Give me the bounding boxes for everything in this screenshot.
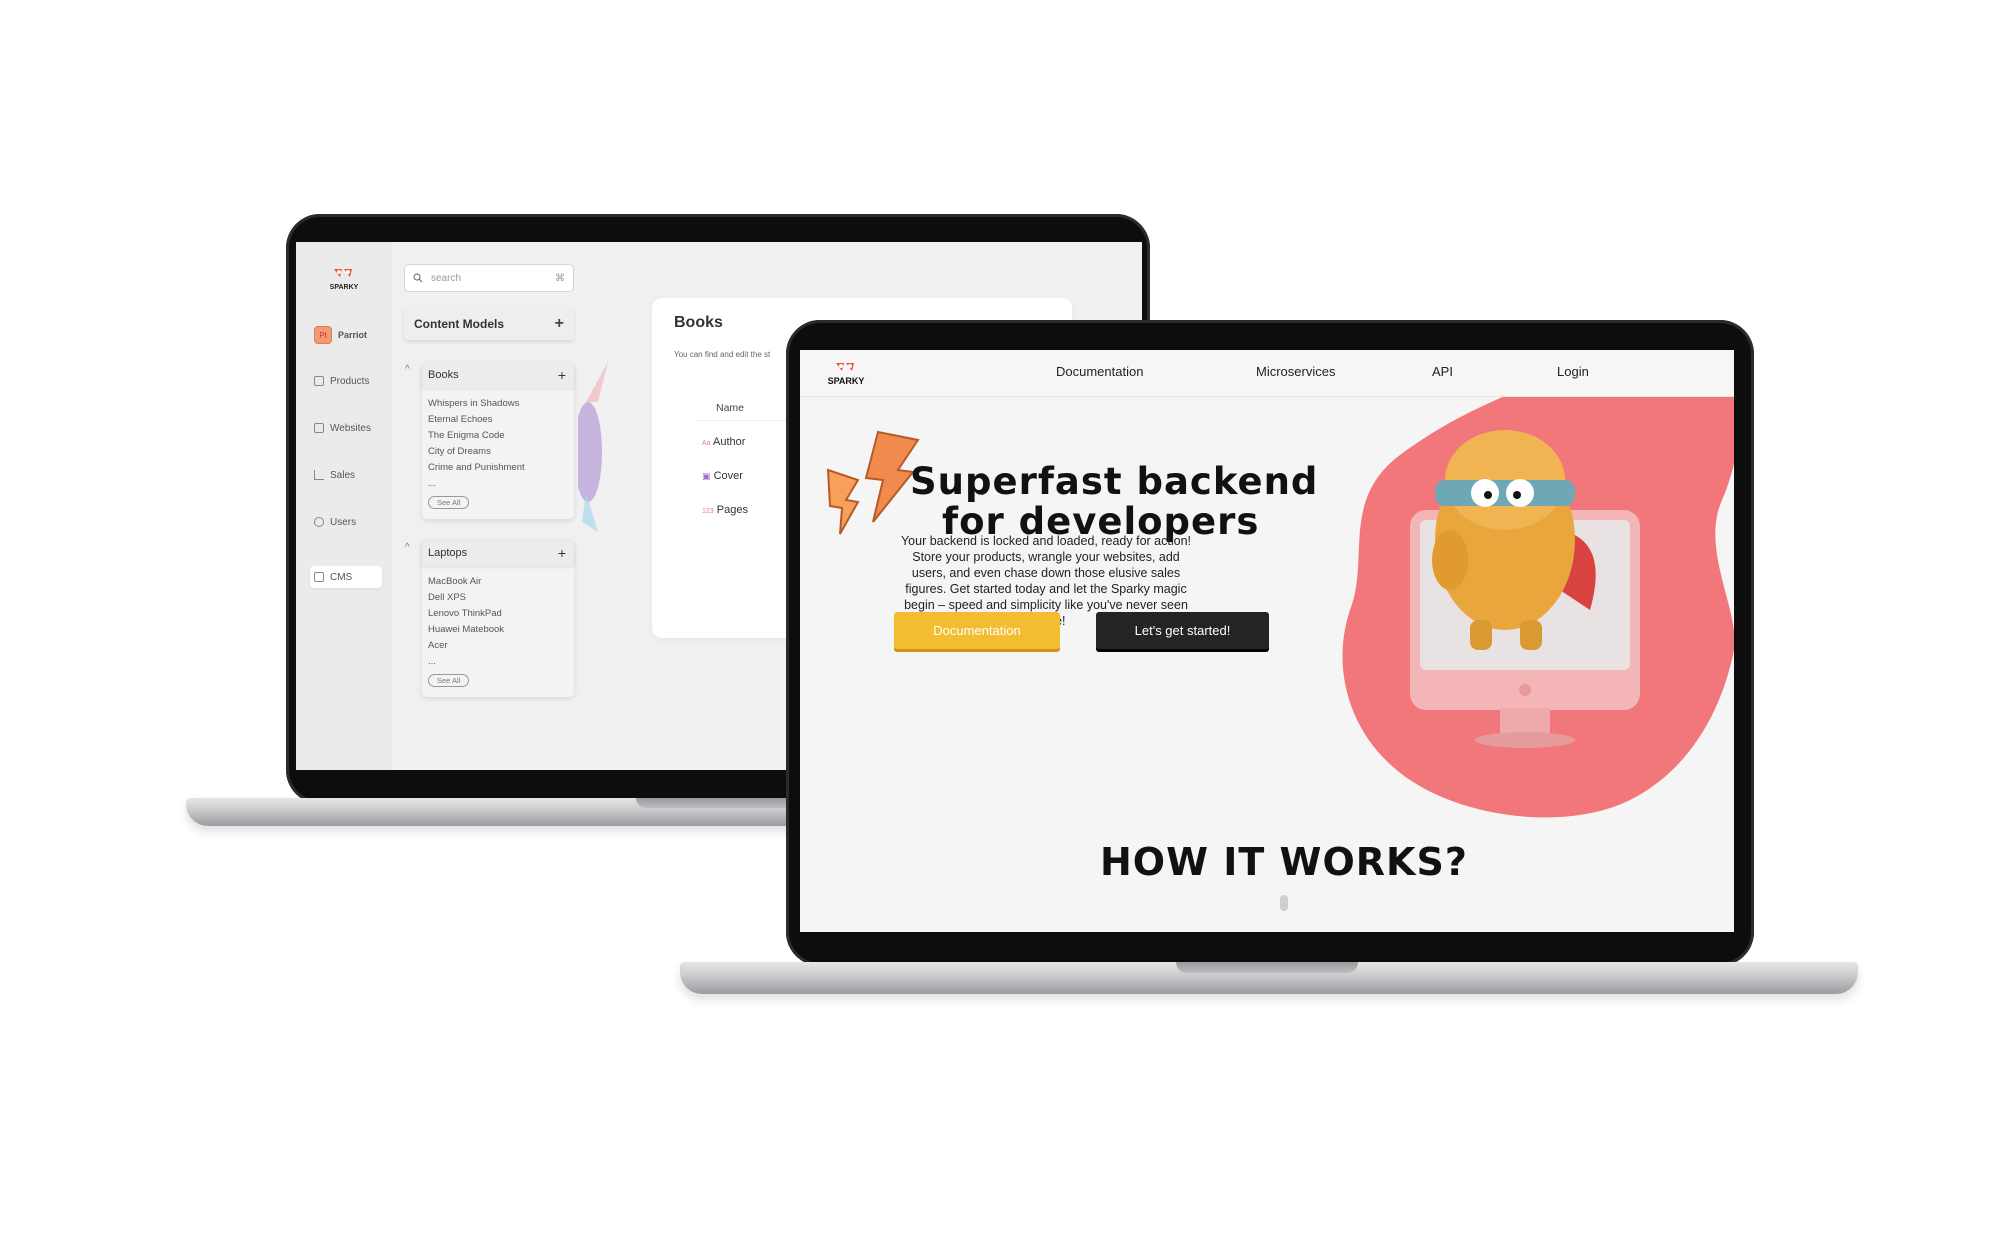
search-icon [413,273,423,283]
list-item[interactable]: Whispers in Shadows [428,396,568,412]
project-switcher[interactable]: Pt Parriot [310,324,382,346]
see-all-button[interactable]: See All [428,496,470,509]
content-models-header: Content Models + [404,308,574,340]
rail-label: Sales [330,469,356,481]
add-item-button[interactable]: + [558,545,566,561]
group-title: Books [428,369,459,381]
list-item[interactable]: City of Dreams [428,444,568,460]
top-navigation: SPARKY Documentation Microservices API L… [800,350,1734,397]
nav-login[interactable]: Login [1557,364,1589,379]
rail-item-cms[interactable]: CMS [310,566,382,588]
field-label: Cover [713,470,743,482]
field-row-cover[interactable]: ▣ Cover [702,470,743,482]
field-row-pages[interactable]: 123 Pages [702,504,748,516]
get-started-button[interactable]: Let's get started! [1096,612,1269,649]
list-item: ... [428,478,436,489]
rail-item-users[interactable]: Users [310,511,382,533]
search-placeholder: search [431,272,462,284]
group-laptops: Laptops + MacBook Air Dell XPS Lenovo Th… [422,540,574,697]
list-item[interactable]: Crime and Punishment [428,460,568,476]
list-item[interactable]: Eternal Echoes [428,412,568,428]
how-it-works-heading: HOW IT WORKS? [1100,840,1468,884]
rail-label: CMS [330,571,353,583]
number-type-icon: 123 [702,508,714,515]
rail-item-sales[interactable]: Sales [310,464,382,486]
panel-title: Books [674,314,723,331]
add-item-button[interactable]: + [558,367,566,383]
front-laptop-screen: SPARKY Documentation Microservices API L… [800,350,1734,932]
field-row-author[interactable]: Aa Author [702,436,745,448]
scroll-indicator[interactable] [1280,895,1288,911]
mascot-illustration [1410,430,1640,748]
logo-wordmark: SPARKY [827,376,865,386]
list-item[interactable]: Acer [428,638,568,654]
logo-wordmark: SPARKY [329,284,359,291]
project-chip: Pt [314,326,332,344]
group-books: Books + Whispers in Shadows Eternal Echo… [422,362,574,519]
list-item[interactable]: The Enigma Code [428,428,568,444]
collapse-laptops-icon[interactable]: ^ [405,542,410,553]
name-column-header: Name [716,402,745,414]
sparky-logo-icon [334,269,352,277]
add-model-button[interactable]: + [555,315,564,333]
list-item: ... [428,656,436,667]
content-sidebar: search ⌘ Content Models + ^ Books + Whis… [392,242,589,770]
text-type-icon: Aa [702,440,711,447]
sparky-logo-icon [836,363,854,371]
hero-title-line1: Superfast backend [910,460,1319,503]
chart-icon [314,470,324,480]
rail-item-products[interactable]: Products [310,370,382,392]
field-label: Author [713,436,746,448]
rail-item-websites[interactable]: Websites [310,417,382,439]
shortcut-icon: ⌘ [555,272,565,284]
search-input[interactable]: search ⌘ [404,264,574,292]
nav-documentation[interactable]: Documentation [1056,364,1143,379]
icon-rail: SPARKY Pt Parriot Products Websites Sale… [296,242,393,770]
user-icon [314,517,324,527]
rail-label: Users [330,516,357,528]
character-illustration [578,362,608,532]
see-all-button[interactable]: See All [428,674,470,687]
list-item[interactable]: Lenovo ThinkPad [428,606,568,622]
sparky-logo[interactable]: SPARKY [822,360,870,386]
sparky-logo[interactable]: SPARKY [324,266,364,291]
list-item[interactable]: Dell XPS [428,590,568,606]
collapse-books-icon[interactable]: ^ [405,364,410,375]
rail-label: Products [330,375,370,387]
image-type-icon: ▣ [702,471,711,481]
content-models-label: Content Models [414,317,504,331]
panel-subtitle: You can find and edit the st [674,350,771,359]
group-header[interactable]: Laptops + [422,540,574,566]
project-name: Parriot [338,330,368,340]
group-header[interactable]: Books + [422,362,574,388]
group-title: Laptops [428,547,468,559]
front-laptop-notch [1176,962,1358,973]
document-icon [314,572,324,582]
list-item[interactable]: Huawei Matebook [428,622,568,638]
nav-microservices[interactable]: Microservices [1256,364,1335,379]
back-laptop-notch [636,798,800,808]
documentation-button[interactable]: Documentation [894,612,1060,649]
field-label: Pages [716,504,748,516]
box-icon [314,376,324,386]
monitor-icon [314,423,324,433]
rail-label: Websites [330,422,371,434]
nav-api[interactable]: API [1432,364,1453,379]
list-item[interactable]: MacBook Air [428,574,568,590]
